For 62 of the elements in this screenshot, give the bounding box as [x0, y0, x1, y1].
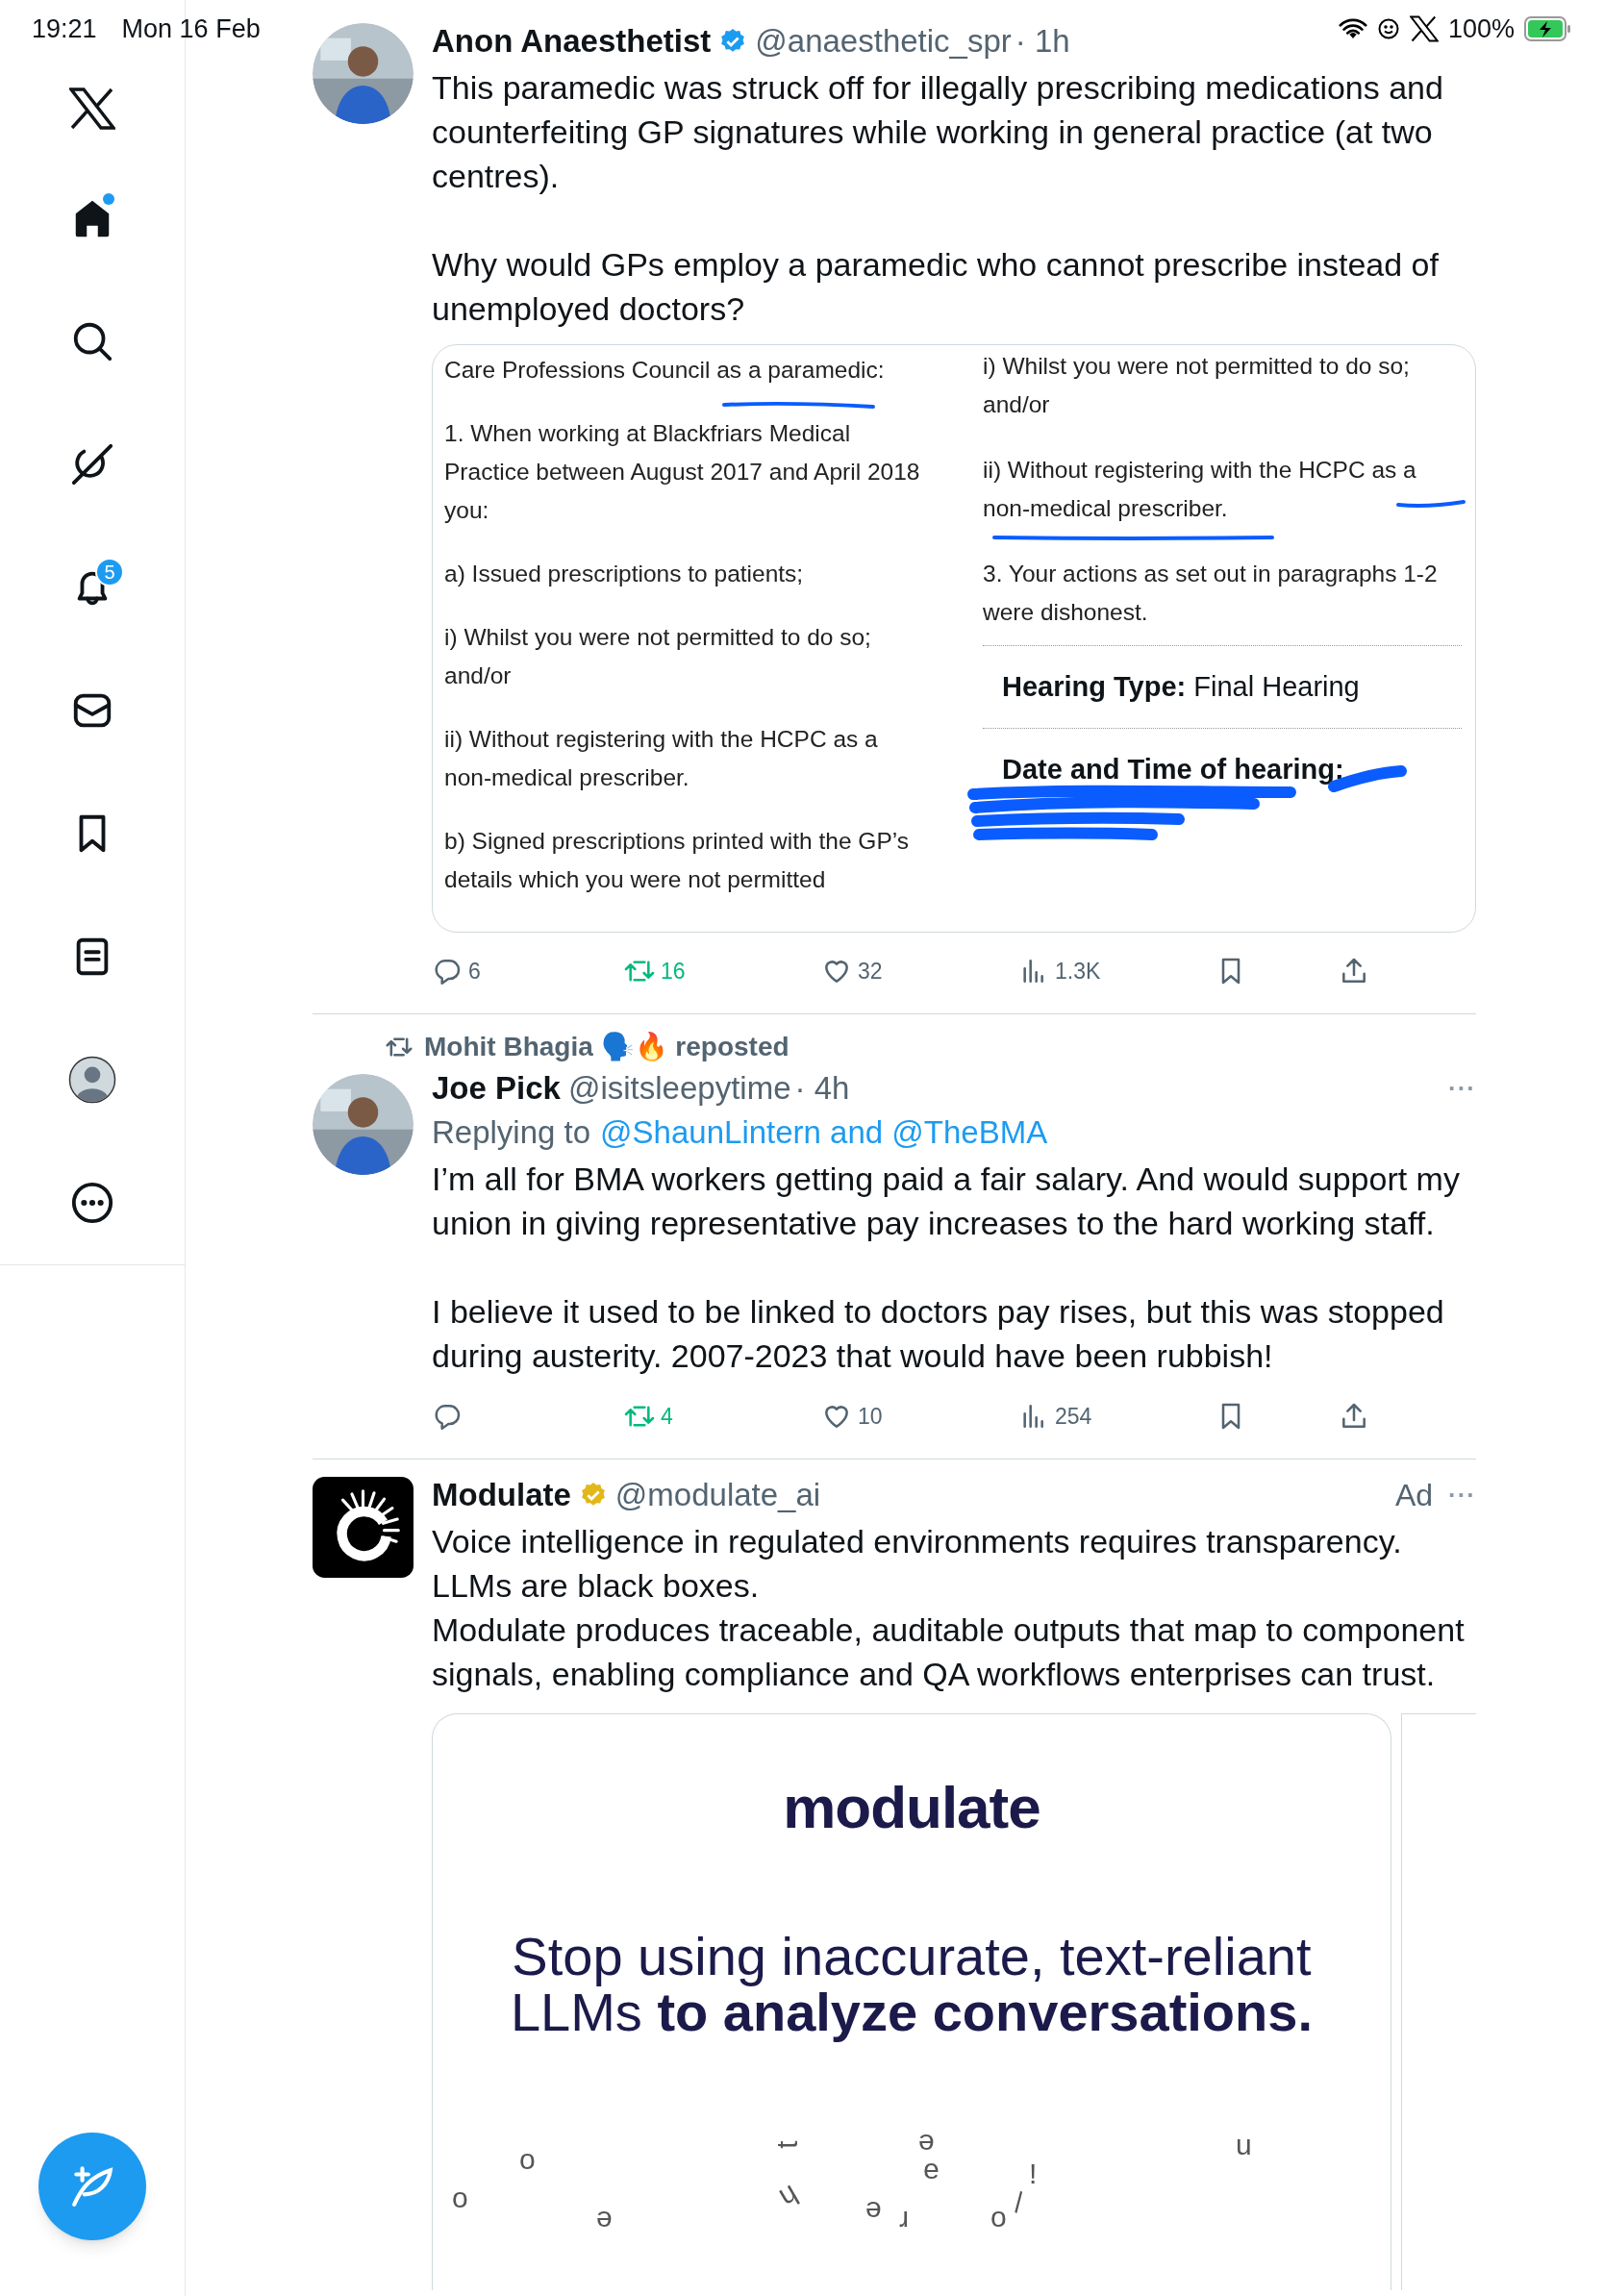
author-name[interactable]: Modulate — [432, 1471, 571, 1519]
floating-letter: ɹ — [899, 2200, 909, 2234]
replying-to-label: Replying to — [432, 1113, 591, 1152]
repost-attribution[interactable]: Mohit Bhagia 🗣🔥 reposted — [424, 1027, 789, 1067]
floating-letter: ə — [923, 2157, 940, 2191]
document-text: a) Issued prescriptions to patients; — [444, 560, 805, 588]
document-text: b) Signed prescriptions printed with the GP’s details which you were not permitted — [444, 827, 910, 894]
floating-letter: o — [519, 2142, 536, 2177]
author-handle[interactable]: @modulate_ai — [614, 1471, 821, 1519]
status-date: Mon 16 Feb — [121, 12, 261, 45]
floating-letter: u — [1236, 2128, 1252, 2162]
floating-letter: \ — [1006, 2185, 1032, 2220]
document-field: Hearing Type: Final Hearing — [1002, 665, 1360, 709]
x-logo-icon — [69, 87, 115, 131]
battery-charging-icon — [1524, 16, 1572, 41]
reply-button[interactable]: 6 — [432, 954, 481, 988]
document-text: 3. Your actions as set out in paragraphs 1-2 were dishonest. — [983, 560, 1439, 627]
modulate-logo-icon — [313, 1477, 414, 1578]
floating-letter: ! — [1029, 2157, 1038, 2191]
brand-wordmark: modulate — [783, 1773, 1040, 1842]
floating-letter: o — [452, 2181, 468, 2215]
like-button[interactable]: 32 — [821, 954, 883, 988]
floating-letter: o — [990, 2200, 1007, 2234]
post-text: I’m all for BMA workers getting paid a fair salary. And would support my union in giving representative pay increases to the hard working staff. — [432, 1160, 1461, 1243]
smiley-icon — [1376, 17, 1400, 40]
post-text: This paramedic was struck off for illegally prescribing medications and counterfeiting GP signatures while working in general practice (at two centres). — [432, 68, 1444, 196]
ad-label: Ad — [1394, 1477, 1433, 1514]
document-text: i) Whilst you were not permitted to do so; and/or — [983, 352, 1411, 419]
post-text: Modulate produces traceable, auditable outputs that map to component signals, enabling compliance and QA workflows enterprises can trust. — [432, 1610, 1466, 1694]
x-logo-icon — [1409, 15, 1439, 42]
slashed-circle-icon — [70, 442, 114, 487]
author-name[interactable]: Joe Pick — [432, 1064, 561, 1112]
document-text: 1. When working at Blackfriars Medical Practice between August 2017 and April 2018 you: — [444, 419, 921, 525]
author-handle[interactable]: @isitsleepytime — [567, 1064, 791, 1112]
views-button[interactable]: 1.3K — [1018, 954, 1101, 988]
profile-avatar-icon — [68, 1056, 116, 1104]
post-text: I believe it used to be linked to doctors pay rises, but this was stopped during austerity. 2007-2023 that would have been rubbish! — [432, 1292, 1445, 1376]
ad-headline: Stop using inaccurate, text-reliant — [512, 1929, 1312, 1984]
author-handle[interactable]: @anaesthetic_spr — [755, 17, 1012, 65]
author-name[interactable]: Anon Anaesthetist — [432, 17, 712, 65]
post-text: LLMs are black boxes. — [432, 1566, 761, 1606]
floating-letter: ɥ — [770, 2174, 803, 2212]
document-text: ii) Without registering with the HCPC as a non-medical prescriber. — [444, 725, 879, 792]
floating-letter: ʇ — [770, 2140, 805, 2149]
post-text: Why would GPs employ a paramedic who cannot prescribe instead of unemployed doctors? — [432, 245, 1440, 329]
views-button[interactable]: 254 — [1018, 1399, 1092, 1434]
floating-letter: ə — [918, 2123, 935, 2158]
document-text: i) Whilst you were not permitted to do so; and/or — [444, 623, 872, 690]
battery-percentage: 100% — [1447, 12, 1515, 45]
floating-letter: ə — [596, 2200, 613, 2234]
notification-badge: 5 — [95, 558, 124, 586]
more-icon — [70, 1181, 114, 1225]
document-field: Date and Time of hearing: — [1002, 749, 1344, 791]
document-text: ii) Without registering with the HCPC as a non-medical prescriber. — [983, 456, 1417, 523]
status-time: 19:21 — [32, 12, 97, 45]
post-text: Voice intelligence in regulated environments requires transparency. — [432, 1522, 1403, 1561]
post-time: · 1h — [1015, 22, 1070, 62]
post-time: · 4h — [794, 1069, 850, 1109]
document-text: Care Professions Council as a paramedic: — [444, 356, 886, 385]
wifi-icon — [1338, 17, 1367, 40]
like-button[interactable]: 10 — [821, 1399, 883, 1434]
floating-letter: ə — [865, 2190, 882, 2225]
